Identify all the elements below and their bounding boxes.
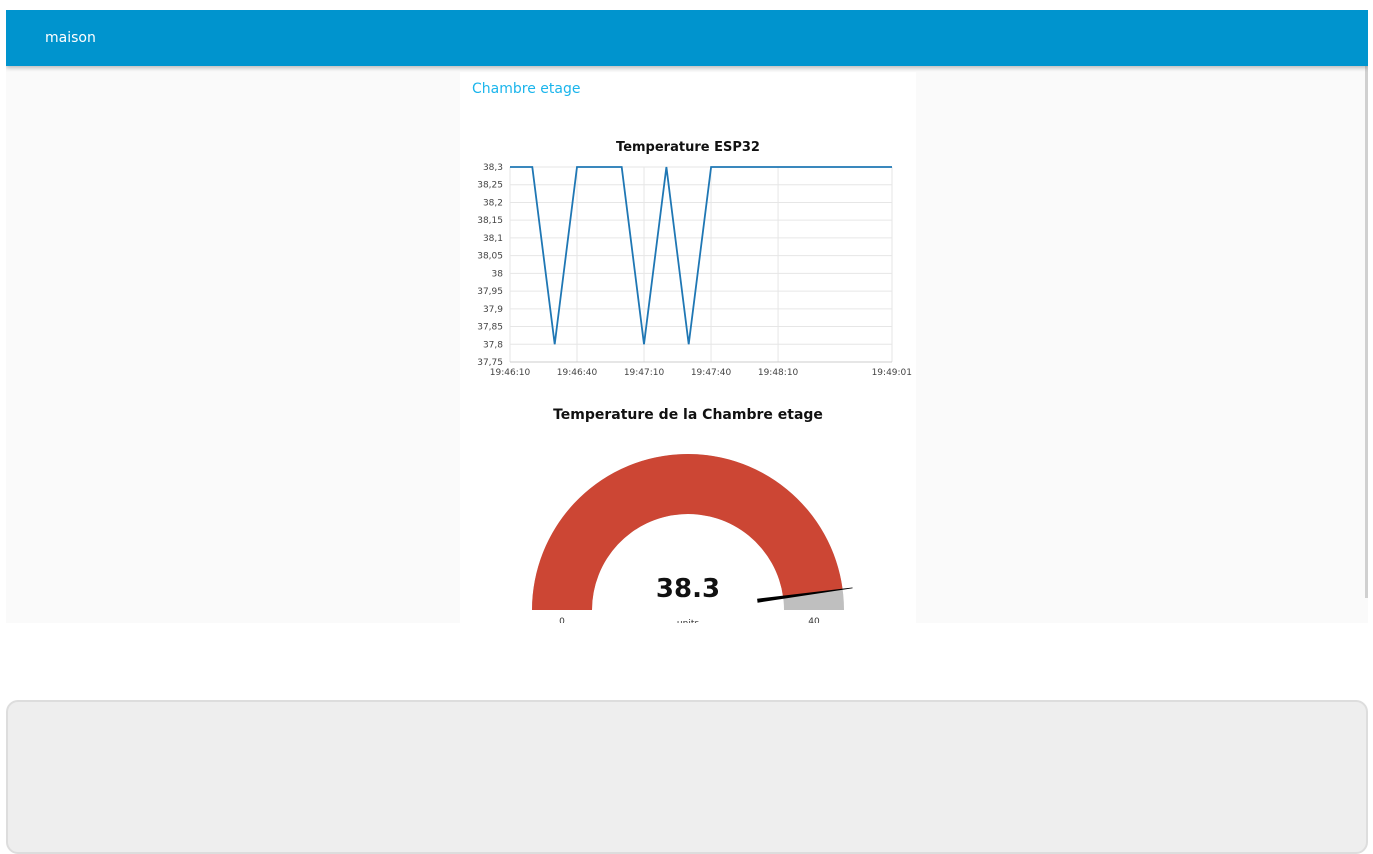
y-tick-label: 38,15 [477,216,503,226]
x-tick-label: 19:48:10 [758,368,799,378]
chart-title: Temperature ESP32 [616,140,760,155]
gauge-value: 38.3 [656,574,720,604]
group-card: Chambre etage Temperature ESP32 38,3 38,2… [460,72,916,623]
y-tick-label: 38,25 [477,181,503,191]
y-tick-label: 38,1 [483,234,503,244]
temperature-chart: Temperature ESP32 38,3 38,25 38,2 38,15 38,1… [477,140,912,378]
y-tick-label: 37,9 [483,305,503,315]
toolbar: maison [6,10,1368,66]
x-tick-label: 19:49:01 [872,368,912,378]
x-tick-label: 19:47:10 [624,368,665,378]
y-tick-label: 38,3 [483,163,503,173]
gauge-units: units [677,619,699,623]
y-tick-label: 37,8 [483,340,503,350]
gauge-title: Temperature de la Chambre etage [553,407,823,423]
y-tick-label: 38,05 [477,252,503,262]
bottom-panel [6,700,1368,854]
x-tick-label: 19:46:40 [557,368,598,378]
temperature-gauge: 38.3 units 0 40 [532,453,853,623]
x-tick-label: 19:46:10 [490,368,531,378]
gauge-min-label: 0 [559,617,565,623]
y-tick-label: 38,2 [483,198,503,208]
dashboard: maison Chambre etage Temperature ESP32 3… [6,10,1368,623]
y-tick-label: 37,95 [477,287,503,297]
toolbar-title: maison [45,30,96,46]
y-tick-label: 38 [492,269,504,279]
x-tick-label: 19:47:40 [691,368,732,378]
y-tick-label: 37,75 [477,358,503,368]
scrollbar[interactable] [1365,66,1368,598]
gauge-max-label: 40 [808,617,820,623]
group-title: Chambre etage [472,81,581,97]
y-tick-label: 37,85 [477,323,503,333]
